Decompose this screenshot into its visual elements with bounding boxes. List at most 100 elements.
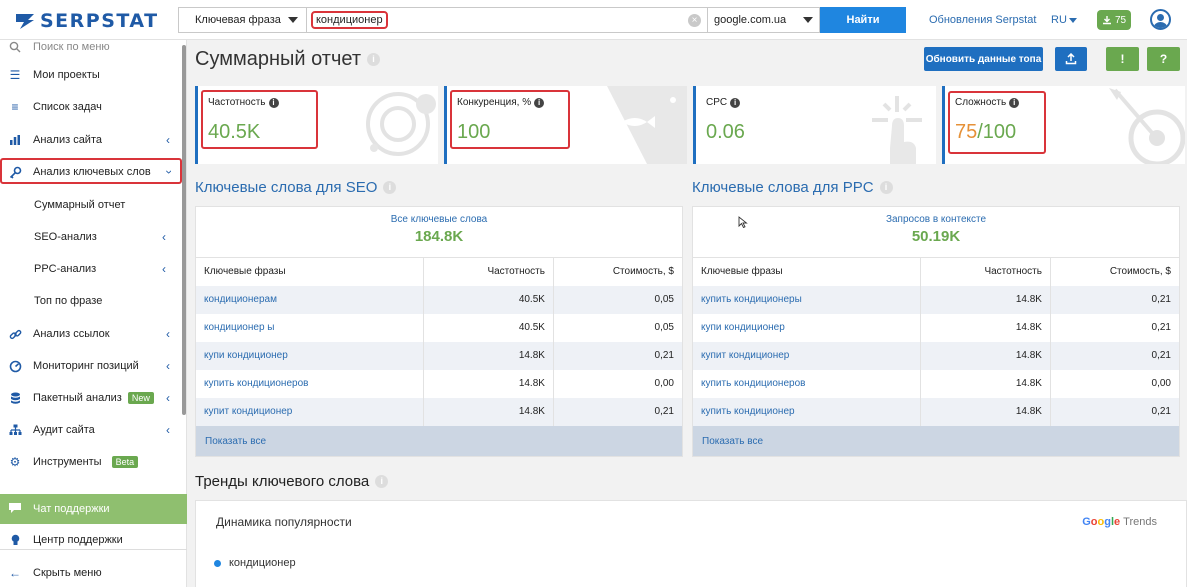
clear-icon[interactable]: ×: [688, 14, 701, 27]
credits-badge[interactable]: 75: [1097, 10, 1131, 30]
serpstat-logo[interactable]: SERPSTAT: [14, 10, 159, 32]
sidebar-subitem-seo[interactable]: SEO-анализ ‹: [34, 227, 174, 247]
keyword-link[interactable]: купит кондиционер: [196, 397, 425, 426]
sidebar-subitem-ppc[interactable]: PPC-анализ ‹: [34, 259, 174, 279]
sidebar-subitem-top[interactable]: Топ по фразе: [34, 291, 102, 311]
column-header[interactable]: Частотность: [920, 257, 1051, 286]
google-trends-logo[interactable]: Google Trends: [1082, 516, 1157, 528]
chevron-left-icon: ‹: [162, 262, 166, 276]
sidebar-divider: [0, 549, 187, 550]
find-button[interactable]: Найти: [820, 7, 906, 33]
beta-badge: Beta: [111, 456, 139, 468]
keyword-link[interactable]: купи кондиционер: [693, 313, 922, 342]
table-row: купить кондиционеры 14.8K 0,21: [693, 285, 1179, 314]
click-hand-illustration-icon: [872, 96, 922, 164]
orbit-illustration-icon: [366, 92, 436, 156]
table-row: купит кондиционер 14.8K 0,21: [693, 341, 1179, 370]
info-icon[interactable]: i: [367, 53, 380, 66]
search-type-select[interactable]: Ключевая фраза: [178, 7, 306, 33]
info-icon[interactable]: i: [383, 181, 397, 194]
legend-dot-icon: [214, 559, 221, 567]
language-select[interactable]: RU: [1051, 14, 1077, 26]
report-issue-button[interactable]: !: [1106, 47, 1139, 71]
keyword-link[interactable]: купи кондиционер: [196, 341, 425, 370]
info-icon[interactable]: i: [879, 181, 893, 194]
sidebar-item-projects[interactable]: ☰ Мои проекты: [0, 62, 182, 88]
frequency-cell: 14.8K: [920, 313, 1051, 342]
caret-down-icon: [1068, 17, 1077, 23]
sidebar-item-site-audit[interactable]: Аудит сайта ‹: [0, 417, 182, 443]
keyword-link[interactable]: кондиционерам: [196, 285, 425, 314]
metric-card-frequency: Частотность i 40.5K: [195, 86, 438, 164]
info-icon[interactable]: i: [730, 97, 741, 108]
support-chat-label: Чат поддержки: [33, 503, 110, 515]
sidebar-item-tasks[interactable]: ≡ Список задач: [0, 94, 182, 120]
logo-text: SERPSTAT: [40, 10, 159, 32]
bar-chart-icon: [8, 133, 22, 147]
database-icon: [8, 391, 22, 405]
sidebar-item-tools[interactable]: ⚙ Инструменты Beta: [0, 449, 182, 475]
keyword-link[interactable]: купить кондиционеры: [693, 285, 922, 314]
support-chat-button[interactable]: Чат поддержки: [0, 494, 187, 524]
menu-search[interactable]: Поиск по меню: [0, 34, 182, 60]
updates-link[interactable]: Обновления Serpstat: [929, 14, 1036, 26]
sidebar-item-link-analysis[interactable]: Анализ ссылок ‹: [0, 321, 182, 347]
gear-icon: ⚙: [9, 455, 21, 469]
search-input[interactable]: кондиционер ×: [306, 7, 708, 33]
mouse-cursor-icon: [738, 216, 748, 228]
info-icon[interactable]: i: [375, 475, 389, 488]
sidebar-item-batch-analysis[interactable]: Пакетный анализ New ‹: [0, 385, 182, 411]
metric-label-text: CPC: [706, 97, 728, 108]
help-button[interactable]: ?: [1147, 47, 1180, 71]
export-button[interactable]: [1055, 47, 1087, 71]
keyword-link[interactable]: кондиционер ы: [196, 313, 425, 342]
hide-menu-button[interactable]: ← Скрыть меню: [0, 560, 182, 586]
sidebar-item-label: Анализ сайта: [33, 134, 102, 146]
table-row: кондиционерам 40.5K 0,05: [196, 285, 682, 314]
cost-cell: 0,05: [553, 285, 682, 314]
seo-summary-label[interactable]: Все ключевые слова: [196, 214, 682, 225]
sidebar-item-label: Центр поддержки: [33, 534, 123, 546]
cost-cell: 0,00: [1151, 378, 1171, 389]
column-header[interactable]: Ключевые фразы: [693, 257, 922, 286]
ppc-summary-label[interactable]: Запросов в контексте: [693, 214, 1179, 225]
keyword-link[interactable]: купить кондиционеров: [693, 369, 922, 398]
ppc-section-title: Ключевые слова для PPC i: [692, 179, 893, 196]
column-header[interactable]: Стоимость, $: [1050, 257, 1179, 286]
keyword-link[interactable]: купит кондиционер: [693, 341, 922, 370]
sidebar-subitem-label: PPC-анализ: [34, 263, 97, 275]
chat-icon: [8, 502, 22, 517]
hide-menu-label: Скрыть меню: [33, 567, 102, 579]
search-query-text: кондиционер: [311, 11, 388, 29]
column-header[interactable]: Ключевые фразы: [196, 257, 425, 286]
seo-show-all-link[interactable]: Показать все: [196, 426, 682, 456]
column-header[interactable]: Частотность: [423, 257, 554, 286]
google-trends-text: Trends: [1123, 516, 1157, 528]
metric-highlight: [450, 90, 570, 149]
sidebar-subitem-summary[interactable]: Суммарный отчет: [34, 195, 125, 215]
ppc-summary-value: 50.19K: [911, 228, 961, 245]
user-avatar-icon[interactable]: [1150, 9, 1171, 30]
ppc-show-all-link[interactable]: Показать все: [693, 426, 1179, 456]
metric-card-difficulty: Сложность i 75/100: [942, 86, 1185, 164]
trends-legend[interactable]: кондиционер: [214, 557, 296, 569]
question-icon: ?: [1159, 52, 1168, 66]
sidebar-item-rank-tracking[interactable]: Мониторинг позиций ‹: [0, 353, 182, 379]
keyword-link[interactable]: купить кондиционеров: [196, 369, 425, 398]
upload-icon: [1065, 53, 1077, 65]
column-header[interactable]: Стоимость, $: [553, 257, 682, 286]
cost-cell: 0,21: [1050, 397, 1179, 426]
search-bar: Ключевая фраза кондиционер × google.com.…: [178, 7, 906, 33]
frequency-cell: 14.8K: [920, 285, 1051, 314]
database-select[interactable]: google.com.ua: [708, 7, 820, 33]
sidebar-scrollbar[interactable]: [182, 45, 186, 415]
sidebar-subitem-label: SEO-анализ: [34, 231, 97, 243]
keyword-link[interactable]: купить кондиционер: [693, 397, 922, 426]
metric-highlight: [201, 90, 318, 149]
chevron-left-icon: ‹: [166, 327, 170, 341]
sidebar-item-site-analysis[interactable]: Анализ сайта ‹: [0, 127, 182, 153]
metric-highlight: [948, 91, 1046, 154]
ppc-keywords-table: Ключевые фразы Частотность Стоимость, $ …: [693, 257, 1179, 426]
search-type-value: Ключевая фраза: [195, 14, 281, 26]
refresh-top-button[interactable]: Обновить данные топа: [924, 47, 1043, 71]
